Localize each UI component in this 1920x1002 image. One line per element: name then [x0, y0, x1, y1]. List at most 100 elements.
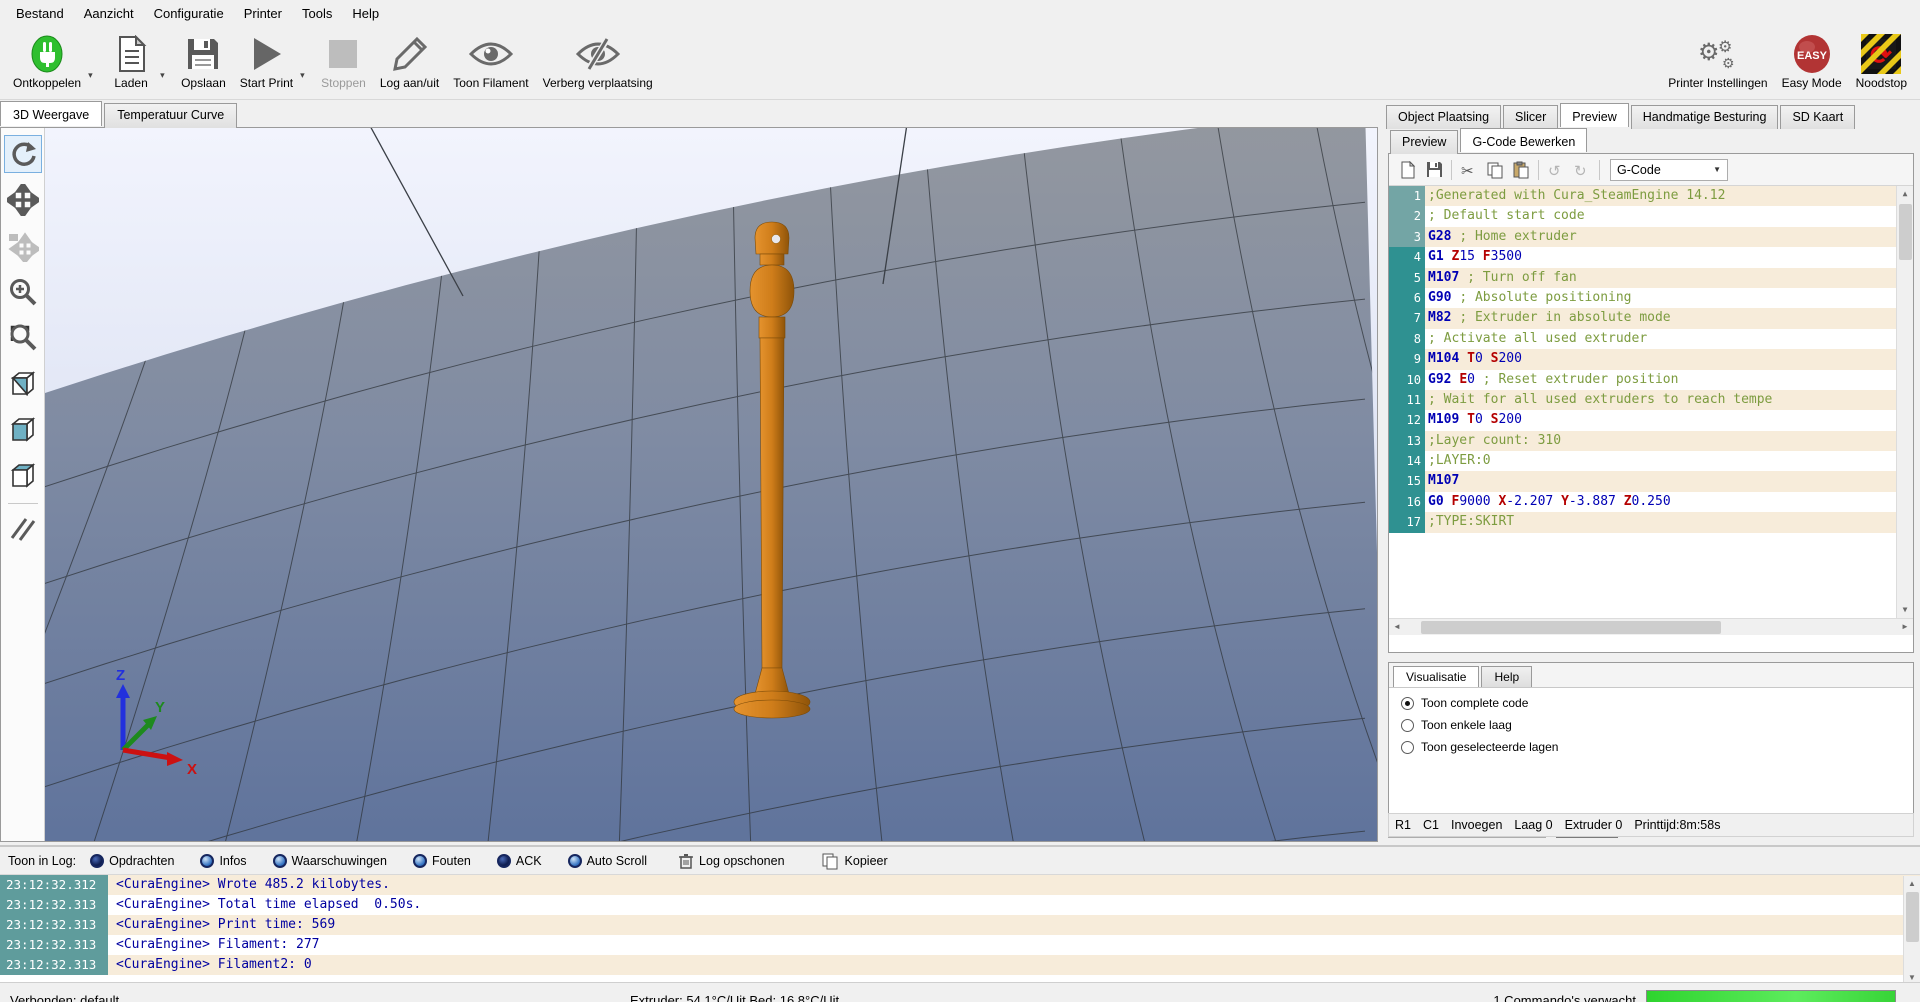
iso-view-tool[interactable]	[4, 365, 42, 403]
radio-icon[interactable]	[1401, 741, 1414, 754]
right-tab-sd-kaart[interactable]: SD Kaart	[1780, 105, 1855, 129]
ontkoppelen-button[interactable]: Ontkoppelen	[6, 29, 88, 92]
gcode-line: 6G90 ; Absolute positioning	[1389, 288, 1913, 308]
gcode-line: 1;Generated with Cura_SteamEngine 14.12	[1389, 186, 1913, 206]
save-button[interactable]	[1421, 158, 1447, 182]
scroll-right-icon[interactable]: ►	[1897, 619, 1913, 635]
action-label: Kopieer	[845, 854, 888, 868]
subtab-g-code-bewerken[interactable]: G-Code Bewerken	[1460, 128, 1587, 152]
toolbar-button-label: Verberg verplaatsing	[543, 76, 653, 90]
log-toggle-infos[interactable]: Infos	[200, 854, 246, 868]
scroll-thumb[interactable]	[1906, 892, 1919, 942]
paste-button[interactable]	[1508, 158, 1534, 182]
move-object-tool[interactable]	[4, 227, 42, 265]
gcode-type-dropdown[interactable]: G-Code▼	[1610, 159, 1728, 181]
radio-option-toon-geselecteerde-lagen[interactable]: Toon geselecteerde lagen	[1401, 740, 1913, 754]
toon-filament-button[interactable]: Toon Filament	[446, 29, 535, 92]
right-panel: Object PlaatsingSlicerPreviewHandmatige …	[1382, 100, 1920, 845]
vis-tab-visualisatie[interactable]: Visualisatie	[1393, 666, 1479, 687]
line-number: 14	[1389, 451, 1425, 471]
right-tab-strip: Object PlaatsingSlicerPreviewHandmatige …	[1386, 105, 1857, 129]
log-toggle-waarschuwingen[interactable]: Waarschuwingen	[273, 854, 387, 868]
scroll-down-icon[interactable]: ▼	[1897, 602, 1913, 618]
right-tab-object-plaatsing[interactable]: Object Plaatsing	[1386, 105, 1501, 129]
gcode-horizontal-scrollbar[interactable]: ◄ ►	[1389, 618, 1913, 635]
scroll-down-icon[interactable]: ▼	[1904, 973, 1920, 982]
parallel-projection-tool[interactable]	[4, 510, 42, 548]
scroll-up-icon[interactable]: ▲	[1897, 186, 1913, 202]
menu-item-aanzicht[interactable]: Aanzicht	[74, 2, 144, 25]
stoppen-button[interactable]: Stoppen	[314, 29, 373, 92]
log-action-log-opschonen[interactable]: Log opschonen	[673, 853, 785, 869]
redo-button[interactable]: ↻	[1569, 158, 1595, 182]
menu-item-printer[interactable]: Printer	[234, 2, 292, 25]
status-cell: C1	[1423, 818, 1439, 832]
pan-tool[interactable]	[4, 181, 42, 219]
zoom-in-tool[interactable]	[4, 273, 42, 311]
dropdown-arrow-icon[interactable]: ▾	[88, 40, 102, 81]
log-toggle-fouten[interactable]: Fouten	[413, 854, 471, 868]
line-number: 10	[1389, 370, 1425, 390]
cut-button[interactable]: ✂	[1456, 158, 1482, 182]
radio-icon[interactable]	[1401, 697, 1414, 710]
right-tab-slicer[interactable]: Slicer	[1503, 105, 1558, 129]
3d-viewport[interactable]: Z Y X	[45, 128, 1377, 841]
gcode-vertical-scrollbar[interactable]: ▲ ▼	[1896, 186, 1913, 618]
printer-instellingen-button[interactable]: ⚙⚙⚙Printer Instellingen	[1661, 29, 1774, 92]
log-action-kopieer[interactable]: Kopieer	[815, 852, 888, 870]
start-print-button[interactable]: Start Print	[233, 29, 300, 92]
view-tab-temperatuur-curve[interactable]: Temperatuur Curve	[104, 103, 237, 128]
noodstop-button[interactable]: ⟳Noodstop	[1849, 29, 1914, 92]
dropdown-arrow-icon[interactable]: ▾	[160, 40, 174, 81]
rotate-tool[interactable]	[4, 135, 42, 173]
easy-mode-button[interactable]: EASYEasy Mode	[1775, 29, 1849, 92]
view-tab-3d-weergave[interactable]: 3D Weergave	[0, 101, 102, 126]
log-scrollbar[interactable]: ▲ ▼	[1903, 876, 1920, 982]
menu-item-bestand[interactable]: Bestand	[6, 2, 74, 25]
scroll-thumb-horizontal[interactable]	[1421, 621, 1721, 634]
3d-view-page: Z Y X	[0, 127, 1378, 842]
dropdown-arrow-icon[interactable]: ▾	[300, 40, 314, 81]
gcode-text-area[interactable]: 1;Generated with Cura_SteamEngine 14.122…	[1389, 186, 1913, 618]
line-number: 7	[1389, 308, 1425, 328]
top-view-tool[interactable]	[4, 457, 42, 495]
command-queue-status: 1 Commando's verwacht	[1493, 993, 1636, 1002]
radio-icon[interactable]	[1401, 719, 1414, 732]
toolbar-button-label: Toon Filament	[453, 76, 528, 90]
menu-item-help[interactable]: Help	[342, 2, 389, 25]
right-tab-preview[interactable]: Preview	[1560, 103, 1628, 127]
vis-tab-help[interactable]: Help	[1481, 666, 1532, 687]
opslaan-button[interactable]: Opslaan	[174, 29, 233, 92]
undo-button[interactable]: ↺	[1543, 158, 1569, 182]
gcode-line-text: ;Layer count: 310	[1425, 431, 1913, 451]
log-message: <CuraEngine> Filament2: 0	[108, 955, 1920, 975]
subtab-preview[interactable]: Preview	[1390, 130, 1458, 154]
zoom-fit-tool[interactable]	[4, 319, 42, 357]
log-toggle-ack[interactable]: ACK	[497, 854, 542, 868]
scroll-up-icon[interactable]: ▲	[1904, 876, 1920, 891]
log-toggle-auto-scroll[interactable]: Auto Scroll	[568, 854, 647, 868]
log-toggle-opdrachten[interactable]: Opdrachten	[90, 854, 174, 868]
save-icon	[1426, 161, 1443, 178]
editor-status-strip: R1C1InvoegenLaag 0Extruder 0Printtijd:8m…	[1388, 813, 1914, 837]
play-icon	[248, 33, 284, 75]
scroll-left-icon[interactable]: ◄	[1389, 619, 1405, 635]
scroll-thumb[interactable]	[1899, 204, 1912, 260]
verberg-verplaatsing-button[interactable]: Verberg verplaatsing	[536, 29, 660, 92]
menu-item-tools[interactable]: Tools	[292, 2, 342, 25]
right-tab-handmatige-besturing[interactable]: Handmatige Besturing	[1631, 105, 1779, 129]
gcode-line-text: G0 F9000 X-2.207 Y-3.887 Z0.250	[1425, 492, 1913, 512]
toolbar-button-label: Ontkoppelen	[13, 76, 81, 90]
log-aan-uit-button[interactable]: Log aan/uit	[373, 29, 446, 92]
copy-button[interactable]	[1482, 158, 1508, 182]
radio-option-toon-enkele-laag[interactable]: Toon enkele laag	[1401, 718, 1913, 732]
emergency-stop-icon: ⟳	[1861, 33, 1901, 75]
radio-option-toon-complete-code[interactable]: Toon complete code	[1401, 696, 1913, 710]
log-timestamp: 23:12:32.313	[0, 915, 108, 935]
eye-icon	[469, 33, 513, 75]
laden-button[interactable]: Laden	[102, 29, 160, 92]
menu-item-configuratie[interactable]: Configuratie	[144, 2, 234, 25]
front-view-tool[interactable]	[4, 411, 42, 449]
log-timestamp: 23:12:32.313	[0, 935, 108, 955]
new-doc-button[interactable]	[1395, 158, 1421, 182]
